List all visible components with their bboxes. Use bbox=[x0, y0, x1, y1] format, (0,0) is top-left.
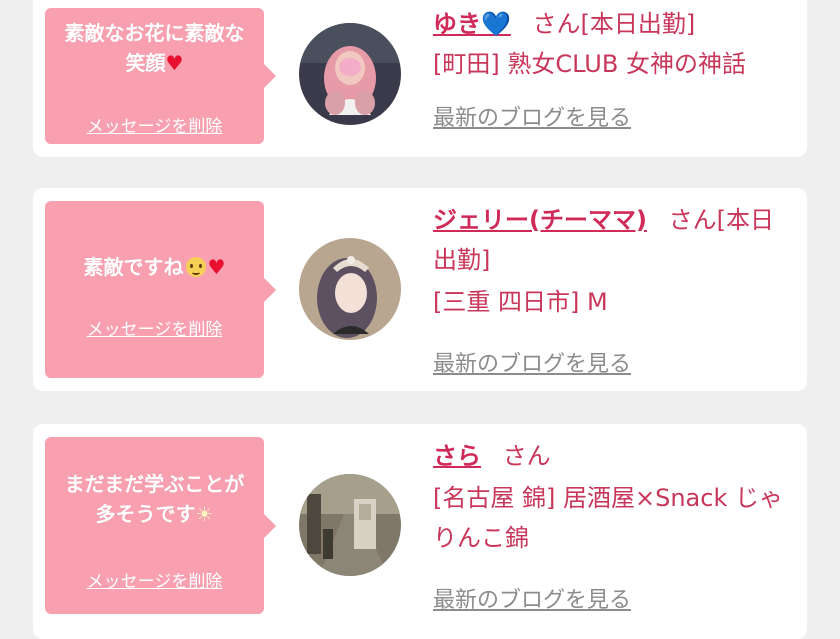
delete-message-link[interactable]: メッセージを削除 bbox=[45, 315, 264, 340]
shop-name: [三重 四日市] M bbox=[433, 288, 608, 316]
shop-name: [町田] 熟女CLUB 女神の神話 bbox=[433, 50, 746, 78]
girl-info: ジェリー(チーママ) さん[本日出勤] [三重 四日市] M 最新のブログを見る bbox=[433, 200, 785, 377]
avatar[interactable] bbox=[299, 23, 401, 125]
message-card: 素敵ですね ♥ メッセージを削除 ジェリー(チーママ) さん[本日出勤] [三重 … bbox=[33, 188, 807, 391]
girl-name-link[interactable]: ゆき💙 bbox=[433, 10, 511, 38]
girl-info: ゆき💙 さん[本日出勤] [町田] 熟女CLUB 女神の神話 最新のブログを見る bbox=[433, 4, 785, 131]
message-bubble: まだまだ学ぶことが多そうです☀ メッセージを削除 bbox=[45, 437, 276, 614]
sun-icon: ☀ bbox=[195, 502, 214, 526]
avatar[interactable] bbox=[299, 474, 401, 576]
girl-name-link[interactable]: ジェリー(チーママ) bbox=[433, 206, 647, 234]
delete-message-link[interactable]: メッセージを削除 bbox=[45, 112, 264, 137]
heart-icon: ♥ bbox=[165, 51, 184, 75]
message-bubble: 素敵なお花に素敵な笑顔♥ メッセージを削除 bbox=[45, 8, 276, 144]
shop-name: [名古屋 錦] 居酒屋×Snack じゃりんこ錦 bbox=[433, 484, 783, 552]
name-line: さら さん bbox=[433, 436, 785, 476]
message-text: まだまだ学ぶことが多そうです☀ bbox=[64, 472, 245, 526]
name-suffix: さん bbox=[502, 442, 551, 470]
latest-blog-link[interactable]: 最新のブログを見る bbox=[433, 582, 631, 614]
message-card: まだまだ学ぶことが多そうです☀ メッセージを削除 さら さん [名古屋 錦] 居… bbox=[33, 424, 807, 639]
girl-name-link[interactable]: さら bbox=[433, 442, 481, 470]
smiling-face-icon bbox=[185, 257, 206, 277]
latest-blog-link[interactable]: 最新のブログを見る bbox=[433, 346, 631, 378]
blue-heart-icon: 💙 bbox=[481, 10, 511, 38]
name-line: ゆき💙 さん[本日出勤] bbox=[433, 4, 785, 44]
message-card: 素敵なお花に素敵な笑顔♥ メッセージを削除 ゆき💙 さん[本日出勤] [町田] … bbox=[33, 0, 807, 157]
message-text: 素敵なお花に素敵な笑顔♥ bbox=[64, 21, 245, 75]
delete-message-link[interactable]: メッセージを削除 bbox=[45, 567, 264, 592]
girl-info: さら さん [名古屋 錦] 居酒屋×Snack じゃりんこ錦 最新のブログを見る bbox=[433, 436, 785, 613]
heart-icon: ♥ bbox=[207, 255, 226, 279]
name-suffix: さん[本日出勤] bbox=[532, 10, 696, 38]
avatar[interactable] bbox=[299, 238, 401, 340]
message-bubble: 素敵ですね ♥ メッセージを削除 bbox=[45, 201, 276, 378]
name-line: ジェリー(チーママ) さん[本日出勤] bbox=[433, 200, 785, 280]
latest-blog-link[interactable]: 最新のブログを見る bbox=[433, 100, 631, 132]
message-text: 素敵ですね ♥ bbox=[83, 255, 226, 279]
